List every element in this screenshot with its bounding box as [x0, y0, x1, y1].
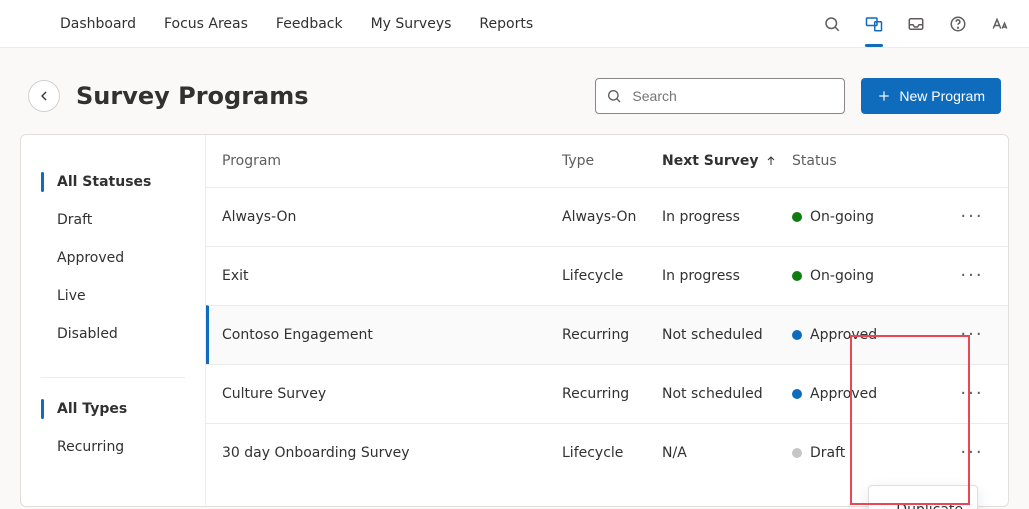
cell-status: Approved: [792, 386, 952, 402]
menu-duplicate-label: Duplicate: [896, 502, 963, 509]
status-text: Approved: [810, 327, 877, 343]
sidebar-item-draft[interactable]: Draft: [21, 201, 205, 239]
status-text: Approved: [810, 386, 877, 402]
cell-type: Recurring: [562, 386, 662, 402]
cell-status: Draft: [792, 445, 952, 461]
new-program-label: New Program: [899, 88, 985, 104]
status-text: Draft: [810, 445, 845, 461]
content-card: All Statuses Draft Approved Live Disable…: [20, 134, 1009, 507]
nav-focus-areas[interactable]: Focus Areas: [164, 16, 248, 32]
ellipsis-icon: ···: [960, 208, 983, 226]
nav-dashboard[interactable]: Dashboard: [60, 16, 136, 32]
col-status[interactable]: Status: [792, 153, 952, 169]
row-more-button[interactable]: ···: [952, 326, 992, 344]
cell-type: Recurring: [562, 327, 662, 343]
status-text: On-going: [810, 209, 874, 225]
status-dot-icon: [792, 448, 802, 458]
nav-reports[interactable]: Reports: [479, 16, 533, 32]
top-bar: Dashboard Focus Areas Feedback My Survey…: [0, 0, 1029, 48]
programs-table: Program Type Next Survey Status Always-O…: [206, 135, 1008, 506]
filter-sidebar: All Statuses Draft Approved Live Disable…: [21, 135, 206, 506]
sidebar-item-approved[interactable]: Approved: [21, 239, 205, 277]
sort-asc-icon: [765, 155, 777, 167]
nav-feedback[interactable]: Feedback: [276, 16, 343, 32]
row-more-button[interactable]: ···: [952, 208, 992, 226]
row-more-button[interactable]: ···: [952, 267, 992, 285]
sidebar-item-recurring[interactable]: Recurring: [21, 428, 205, 466]
status-text: On-going: [810, 268, 874, 284]
table-row[interactable]: Contoso Engagement Recurring Not schedul…: [206, 305, 1008, 364]
search-input-icon: [606, 88, 622, 104]
status-dot-icon: [792, 389, 802, 399]
table-row[interactable]: 30 day Onboarding Survey Lifecycle N/A D…: [206, 423, 1008, 482]
sidebar-item-disabled[interactable]: Disabled: [21, 315, 205, 353]
font-size-icon[interactable]: [991, 15, 1009, 33]
row-more-button[interactable]: ···: [952, 385, 992, 403]
row-more-button[interactable]: ···: [952, 444, 992, 462]
row-context-menu: Duplicate Delete Disable: [868, 485, 978, 509]
col-next-survey-label: Next Survey: [662, 153, 759, 169]
help-icon[interactable]: [949, 15, 967, 33]
inbox-icon[interactable]: [907, 15, 925, 33]
table-row[interactable]: Always-On Always-On In progress On-going…: [206, 187, 1008, 246]
cell-status: On-going: [792, 209, 952, 225]
cell-program: Contoso Engagement: [222, 327, 562, 343]
menu-duplicate[interactable]: Duplicate: [869, 492, 977, 509]
cell-type: Lifecycle: [562, 268, 662, 284]
cell-program: 30 day Onboarding Survey: [222, 445, 562, 461]
ellipsis-icon: ···: [960, 326, 983, 344]
new-program-button[interactable]: New Program: [861, 78, 1001, 114]
search-input[interactable]: [630, 87, 834, 105]
sidebar-item-all-types[interactable]: All Types: [21, 390, 205, 428]
cell-program: Culture Survey: [222, 386, 562, 402]
table-row[interactable]: Culture Survey Recurring Not scheduled A…: [206, 364, 1008, 423]
cell-program: Always-On: [222, 209, 562, 225]
cell-type: Always-On: [562, 209, 662, 225]
cell-status: On-going: [792, 268, 952, 284]
search-box[interactable]: [595, 78, 845, 114]
sidebar-item-all-statuses[interactable]: All Statuses: [21, 163, 205, 201]
cell-program: Exit: [222, 268, 562, 284]
cell-next: In progress: [662, 209, 792, 225]
top-nav: Dashboard Focus Areas Feedback My Survey…: [60, 16, 533, 32]
col-program[interactable]: Program: [222, 153, 562, 169]
status-dot-icon: [792, 271, 802, 281]
ellipsis-icon: ···: [960, 267, 983, 285]
cell-next: In progress: [662, 268, 792, 284]
col-next-survey[interactable]: Next Survey: [662, 153, 792, 169]
cell-next: Not scheduled: [662, 327, 792, 343]
cell-status: Approved: [792, 327, 952, 343]
nav-my-surveys[interactable]: My Surveys: [371, 16, 452, 32]
sidebar-item-live[interactable]: Live: [21, 277, 205, 315]
table-row[interactable]: Exit Lifecycle In progress On-going ···: [206, 246, 1008, 305]
table-header: Program Type Next Survey Status: [206, 135, 1008, 187]
cell-type: Lifecycle: [562, 445, 662, 461]
top-icons: [823, 15, 1009, 33]
back-button[interactable]: [28, 80, 60, 112]
search-icon[interactable]: [823, 15, 841, 33]
devices-icon[interactable]: [865, 15, 883, 33]
page-title: Survey Programs: [76, 82, 309, 110]
col-type[interactable]: Type: [562, 153, 662, 169]
ellipsis-icon: ···: [960, 444, 983, 462]
cell-next: N/A: [662, 445, 792, 461]
cell-next: Not scheduled: [662, 386, 792, 402]
ellipsis-icon: ···: [960, 385, 983, 403]
page-header: Survey Programs New Program: [0, 48, 1029, 134]
sidebar-separator: [41, 377, 185, 378]
status-dot-icon: [792, 330, 802, 340]
status-dot-icon: [792, 212, 802, 222]
